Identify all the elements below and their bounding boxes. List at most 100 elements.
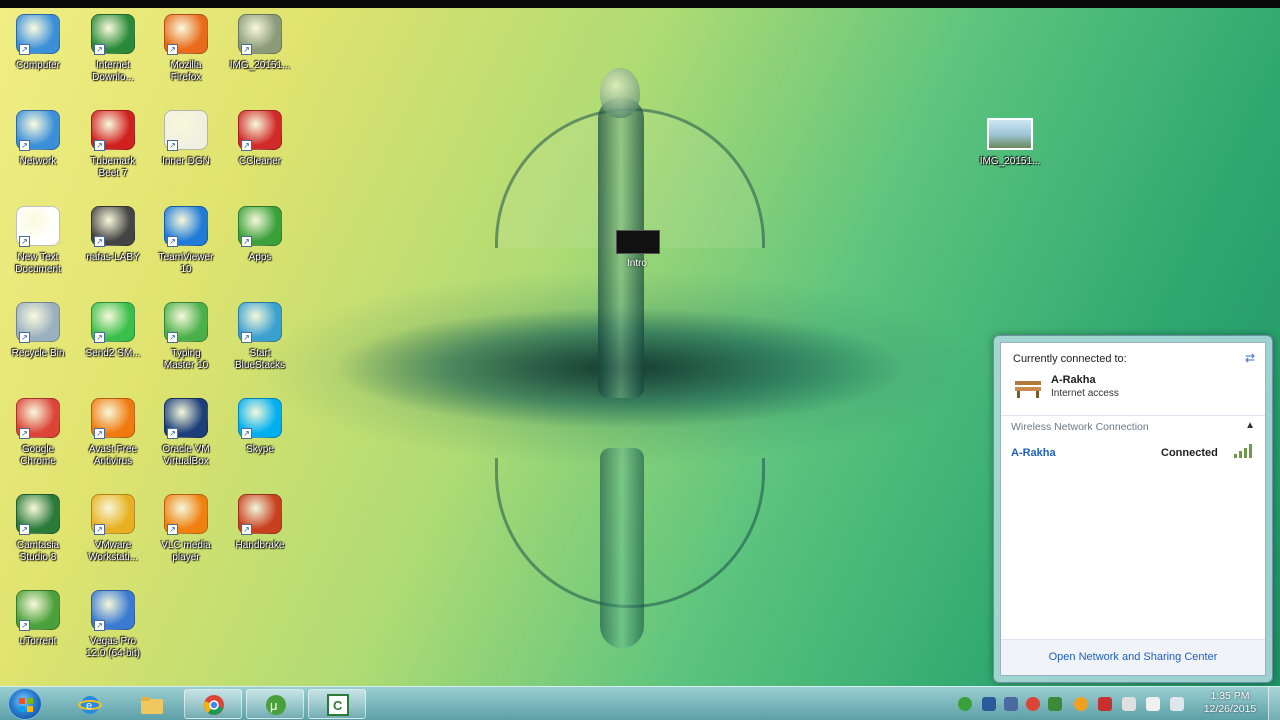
flyout-footer: Open Network and Sharing Center <box>1001 639 1265 675</box>
currently-connected-label: Currently connected to: <box>1013 353 1127 365</box>
desktop-icon-label: TeamViewer 10 <box>158 252 214 275</box>
desktop-icon[interactable]: ↗ Send2 SM... <box>75 302 151 360</box>
tray-app-icon[interactable] <box>1048 697 1062 711</box>
desktop-icon[interactable]: ↗ Computer <box>0 14 76 72</box>
shortcut-arrow-icon: ↗ <box>94 620 105 631</box>
chevron-up-icon[interactable]: ▲ <box>1245 420 1255 431</box>
top-black-bar <box>0 0 1280 8</box>
shortcut-arrow-icon: ↗ <box>19 332 30 343</box>
desktop-icon[interactable]: ↗ CCleaner <box>222 110 298 168</box>
wallpaper-reflection-column <box>600 448 644 648</box>
taskbar-internet-explorer[interactable]: e <box>60 689 118 719</box>
wifi-signal-icon <box>1234 444 1252 458</box>
desktop-icon-label: Send2 SM... <box>85 348 141 359</box>
desktop-icon[interactable]: ↗ Typing Master 10 <box>148 302 224 372</box>
desktop-icon-label: Google Chrome <box>20 444 56 467</box>
desktop-icon[interactable]: ↗ Avast Free Antivirus <box>75 398 151 468</box>
open-network-sharing-center-link[interactable]: Open Network and Sharing Center <box>1001 651 1265 663</box>
tray-app-icon[interactable] <box>982 697 996 711</box>
taskbar-chrome[interactable] <box>184 689 242 719</box>
desktop-icon[interactable]: ↗ TeamViewer 10 <box>148 206 224 276</box>
shortcut-arrow-icon: ↗ <box>94 140 105 151</box>
desktop-icon-label: New Text Document <box>15 252 61 275</box>
desktop[interactable]: ↗ Computer ↗ Internet Downlo... ↗ Mozilla Fir… <box>0 8 1280 686</box>
desktop-icon[interactable]: ↗ Recycle Bin <box>0 302 76 360</box>
desktop-icon[interactable]: ↗ uTorrent <box>0 590 76 648</box>
desktop-icon[interactable]: ↗ Apps <box>222 206 298 264</box>
ccleaner-icon: ↗ <box>238 110 282 151</box>
desktop-icon[interactable]: ↗ Internet Downlo... <box>75 14 151 84</box>
divider <box>1001 415 1265 416</box>
desktop-icon[interactable]: ↗ Mozilla Firefox <box>148 14 224 84</box>
usb-drive-icon: ↗ <box>91 206 135 247</box>
skype-icon: ↗ <box>238 398 282 439</box>
shortcut-arrow-icon: ↗ <box>241 44 252 55</box>
desktop-icon-label: Oracle VM VirtualBox <box>162 444 210 467</box>
taskbar-clock[interactable]: 1:35 PM 12/26/2015 <box>1196 690 1264 716</box>
vmware-icon: ↗ <box>91 494 135 535</box>
action-center-flag-icon[interactable] <box>1122 697 1136 711</box>
shortcut-arrow-icon: ↗ <box>19 140 30 151</box>
teamviewer-icon: ↗ <box>164 206 208 247</box>
shortcut-arrow-icon: ↗ <box>19 620 30 631</box>
taskbar-utorrent[interactable]: μ <box>246 689 304 719</box>
wireless-section-title[interactable]: Wireless Network Connection <box>1011 421 1149 433</box>
network-bench-icon <box>1015 381 1041 398</box>
utorrent-icon: ↗ <box>16 590 60 631</box>
desktop-icon-label: Inner DGN <box>162 156 210 167</box>
chrome-tray-icon[interactable] <box>1026 697 1040 711</box>
desktop-icon[interactable]: ↗ IMG_20151... <box>222 14 298 72</box>
desktop-icon[interactable]: ↗ VMware Workstati... <box>75 494 151 564</box>
desktop-icon-label: Handbrake <box>235 540 285 551</box>
desktop-icon-label: CCleaner <box>238 156 282 167</box>
shortcut-arrow-icon: ↗ <box>241 524 252 535</box>
shortcut-arrow-icon: ↗ <box>94 236 105 247</box>
network-tray-icon[interactable] <box>1146 697 1160 711</box>
desktop-icon[interactable]: ↗ Network <box>0 110 76 168</box>
intro-label: Intro <box>626 258 647 269</box>
desktop-icon[interactable]: ↗ Inner DGN <box>148 110 224 168</box>
taskbar: e μ C 1:35 PM 12/26/2015 <box>0 686 1280 720</box>
desktop-icon[interactable]: ↗ nafas-LABY <box>75 206 151 264</box>
desktop-icon[interactable]: ↗ Tubemark Beet 7 <box>75 110 151 180</box>
avast-tray-icon[interactable] <box>1074 697 1088 711</box>
svg-text:C: C <box>333 698 343 713</box>
taskbar-explorer[interactable] <box>122 689 180 719</box>
shortcut-arrow-icon: ↗ <box>241 428 252 439</box>
clock-date: 12/26/2015 <box>1203 703 1257 715</box>
folder-icon <box>141 697 163 714</box>
internet-explorer-icon: e <box>78 696 102 714</box>
windows-logo-icon <box>19 698 33 712</box>
desktop-icon[interactable]: ↗ VLC media player <box>148 494 224 564</box>
desktop-icon[interactable]: ↗ Handbrake <box>222 494 298 552</box>
handbrake-icon: ↗ <box>238 494 282 535</box>
computer-icon: ↗ <box>16 14 60 55</box>
wifi-network-name[interactable]: A-Rakha <box>1011 447 1056 459</box>
taskbar-camtasia[interactable]: C <box>308 689 366 719</box>
apps-folder-icon: ↗ <box>238 206 282 247</box>
desktop-icon[interactable]: ↗ Skype <box>222 398 298 456</box>
desktop-icon[interactable]: ↗ Vegas Pro 12.0 (64-bit) <box>75 590 151 660</box>
bluetooth-icon[interactable] <box>1004 697 1018 711</box>
desktop-icon-photo[interactable]: IMG_20151... <box>972 118 1048 168</box>
tray-app-icon[interactable] <box>958 697 972 711</box>
tray-app-icon[interactable] <box>1098 697 1112 711</box>
shortcut-arrow-icon: ↗ <box>19 524 30 535</box>
utorrent-icon: μ <box>266 695 286 715</box>
desktop-icon[interactable]: ↗ Google Chrome <box>0 398 76 468</box>
shortcut-arrow-icon: ↗ <box>94 524 105 535</box>
desktop-icon[interactable]: ↗ New Text Document <box>0 206 76 276</box>
desktop-icon[interactable]: ↗ Oracle VM VirtualBox <box>148 398 224 468</box>
shortcut-arrow-icon: ↗ <box>94 428 105 439</box>
volume-icon[interactable] <box>1170 697 1184 711</box>
desktop-icon[interactable]: ↗ Camtasia Studio 8 <box>0 494 76 564</box>
intro-video-thumbnail[interactable] <box>616 230 660 254</box>
svg-text:e: e <box>86 700 92 712</box>
desktop-icon[interactable]: ↗ Start BlueStacks <box>222 302 298 372</box>
show-desktop-button[interactable] <box>1268 687 1280 720</box>
virtualbox-icon: ↗ <box>164 398 208 439</box>
start-button[interactable] <box>8 688 42 720</box>
refresh-icon[interactable]: ⇄ <box>1245 351 1255 365</box>
bluestacks-icon: ↗ <box>238 302 282 343</box>
document-app-icon: ↗ <box>164 110 208 151</box>
